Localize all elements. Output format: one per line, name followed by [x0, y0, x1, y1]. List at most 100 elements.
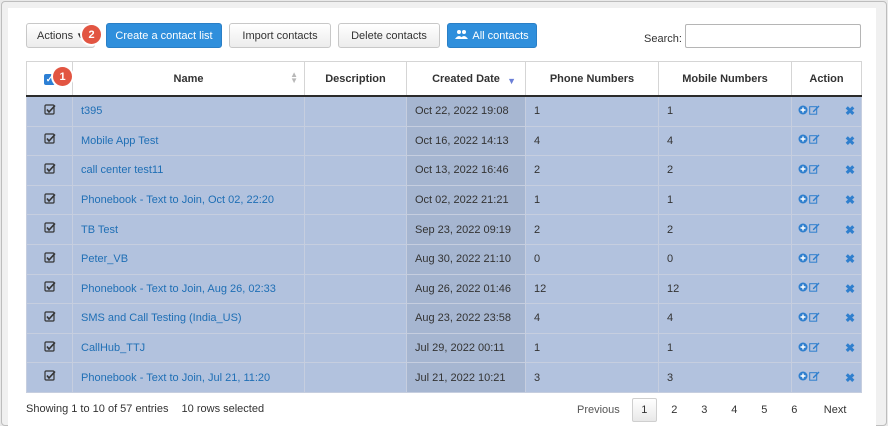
add-circle-icon[interactable] [798, 371, 808, 384]
contact-list-link[interactable]: Phonebook - Text to Join, Jul 21, 11:20 [81, 372, 270, 384]
edit-icon[interactable] [809, 371, 820, 384]
table-row[interactable]: SMS and Call Testing (India_US) Aug 23, 2… [26, 303, 862, 334]
row-select-cell[interactable] [26, 155, 73, 186]
search-input[interactable] [685, 24, 861, 48]
contact-list-link[interactable]: t395 [81, 105, 102, 117]
table-row[interactable]: CallHub_TTJ Jul 29, 2022 00:11 1 1 ✖ [26, 332, 862, 364]
row-select-cell[interactable] [26, 95, 73, 127]
row-select-cell[interactable] [26, 362, 73, 393]
add-circle-icon[interactable] [798, 223, 808, 236]
edit-icon[interactable] [809, 282, 820, 295]
table-row[interactable]: Peter_VB Aug 30, 2022 21:10 0 0 ✖ [26, 243, 862, 275]
cell-name: t395 [72, 95, 305, 127]
contact-list-link[interactable]: Peter_VB [81, 253, 128, 265]
delete-x-icon[interactable]: ✖ [845, 104, 855, 118]
row-select-cell[interactable] [26, 125, 73, 157]
checkbox-checked-icon[interactable] [43, 133, 56, 145]
pagination-page[interactable]: 4 [722, 398, 747, 422]
checkbox-checked-icon[interactable] [43, 252, 56, 264]
import-contacts-button[interactable]: Import contacts [229, 23, 331, 48]
contact-list-link[interactable]: Mobile App Test [81, 135, 158, 147]
table-row[interactable]: call center test11 Oct 13, 2022 16:46 2 2 ✖ [26, 155, 862, 186]
contact-list-link[interactable]: call center test11 [81, 164, 163, 176]
delete-x-icon[interactable]: ✖ [845, 371, 855, 385]
edit-icon[interactable] [809, 223, 820, 236]
checkbox-checked-icon[interactable] [43, 192, 56, 205]
delete-contacts-button[interactable]: Delete contacts [338, 23, 440, 48]
column-header-created-date[interactable]: Created Date ▼ [406, 61, 526, 97]
column-header-phone-numbers[interactable]: Phone Numbers [525, 61, 659, 97]
checkbox-checked-icon[interactable] [43, 222, 56, 234]
cell-name: Phonebook - Text to Join, Aug 26, 02:33 [72, 273, 305, 305]
delete-x-icon[interactable]: ✖ [845, 341, 855, 355]
checkbox-checked-icon[interactable] [43, 281, 56, 293]
cell-description [304, 155, 407, 186]
delete-x-icon[interactable]: ✖ [845, 282, 855, 296]
delete-x-icon[interactable]: ✖ [845, 193, 855, 207]
add-circle-icon[interactable] [798, 312, 808, 325]
add-circle-icon[interactable] [798, 253, 808, 266]
edit-icon[interactable] [809, 312, 820, 325]
checkbox-checked-icon[interactable] [43, 370, 56, 382]
edit-icon[interactable] [809, 134, 820, 147]
column-header-description[interactable]: Description [304, 61, 407, 97]
delete-x-icon[interactable]: ✖ [845, 223, 855, 237]
pagination-page[interactable]: 5 [752, 398, 777, 422]
edit-icon[interactable] [809, 194, 820, 207]
cell-phone-numbers: 0 [525, 243, 659, 275]
checkbox-checked-icon[interactable] [43, 163, 56, 175]
table-row[interactable]: Mobile App Test Oct 16, 2022 14:13 4 4 ✖ [26, 125, 862, 157]
cell-action: ✖ [791, 243, 862, 275]
column-header-mobile-numbers[interactable]: Mobile Numbers [658, 61, 792, 97]
table-row[interactable]: Phonebook - Text to Join, Oct 02, 22:20 O… [26, 184, 862, 216]
all-contacts-button[interactable]: All contacts [447, 23, 537, 48]
pagination-page[interactable]: 3 [692, 398, 717, 422]
contact-list-link[interactable]: SMS and Call Testing (India_US) [81, 312, 242, 324]
row-select-cell[interactable] [26, 332, 73, 364]
pagination-next[interactable]: Next [816, 398, 855, 422]
sort-desc-icon: ▼ [507, 76, 516, 86]
pagination-previous[interactable]: Previous [567, 398, 630, 422]
edit-icon[interactable] [809, 342, 820, 355]
delete-x-icon[interactable]: ✖ [845, 134, 855, 148]
add-circle-icon[interactable] [798, 342, 808, 355]
cell-name: CallHub_TTJ [72, 332, 305, 364]
contact-list-link[interactable]: Phonebook - Text to Join, Aug 26, 02:33 [81, 283, 276, 295]
edit-icon[interactable] [809, 105, 820, 118]
cell-mobile-numbers: 3 [658, 362, 792, 393]
table-row[interactable]: TB Test Sep 23, 2022 09:19 2 2 ✖ [26, 214, 862, 245]
table-row[interactable]: t395 Oct 22, 2022 19:08 1 1 ✖ [26, 95, 862, 127]
pagination-page[interactable]: 2 [662, 398, 687, 422]
cell-name: call center test11 [72, 155, 305, 186]
edit-icon[interactable] [809, 164, 820, 177]
row-select-cell[interactable] [26, 243, 73, 275]
contact-list-link[interactable]: TB Test [81, 224, 118, 236]
delete-x-icon[interactable]: ✖ [845, 311, 855, 325]
add-circle-icon[interactable] [798, 164, 808, 177]
contact-list-link[interactable]: CallHub_TTJ [81, 342, 145, 354]
contact-list-link[interactable]: Phonebook - Text to Join, Oct 02, 22:20 [81, 194, 274, 206]
cell-description [304, 362, 407, 393]
pagination-page[interactable]: 6 [782, 398, 807, 422]
add-circle-icon[interactable] [798, 194, 808, 207]
row-select-cell[interactable] [26, 273, 73, 305]
row-select-cell[interactable] [26, 303, 73, 334]
delete-x-icon[interactable]: ✖ [845, 163, 855, 177]
row-select-cell[interactable] [26, 214, 73, 245]
checkbox-checked-icon[interactable] [43, 104, 56, 116]
table-row[interactable]: Phonebook - Text to Join, Aug 26, 02:33 A… [26, 273, 862, 305]
add-circle-icon[interactable] [798, 105, 808, 118]
add-circle-icon[interactable] [798, 282, 808, 295]
table-row[interactable]: Phonebook - Text to Join, Jul 21, 11:20 J… [26, 362, 862, 393]
pagination-page[interactable]: 1 [631, 398, 657, 422]
step-badge-2: 2 [82, 25, 101, 44]
row-select-cell[interactable] [26, 184, 73, 216]
column-header-name[interactable]: Name ▲ ▼ [72, 61, 305, 97]
checkbox-checked-icon[interactable] [43, 340, 56, 353]
add-circle-icon[interactable] [798, 134, 808, 147]
create-contact-list-button[interactable]: Create a contact list [106, 23, 222, 48]
edit-icon[interactable] [809, 253, 820, 266]
checkbox-checked-icon[interactable] [43, 311, 56, 323]
cell-description [304, 95, 407, 127]
delete-x-icon[interactable]: ✖ [845, 252, 855, 266]
